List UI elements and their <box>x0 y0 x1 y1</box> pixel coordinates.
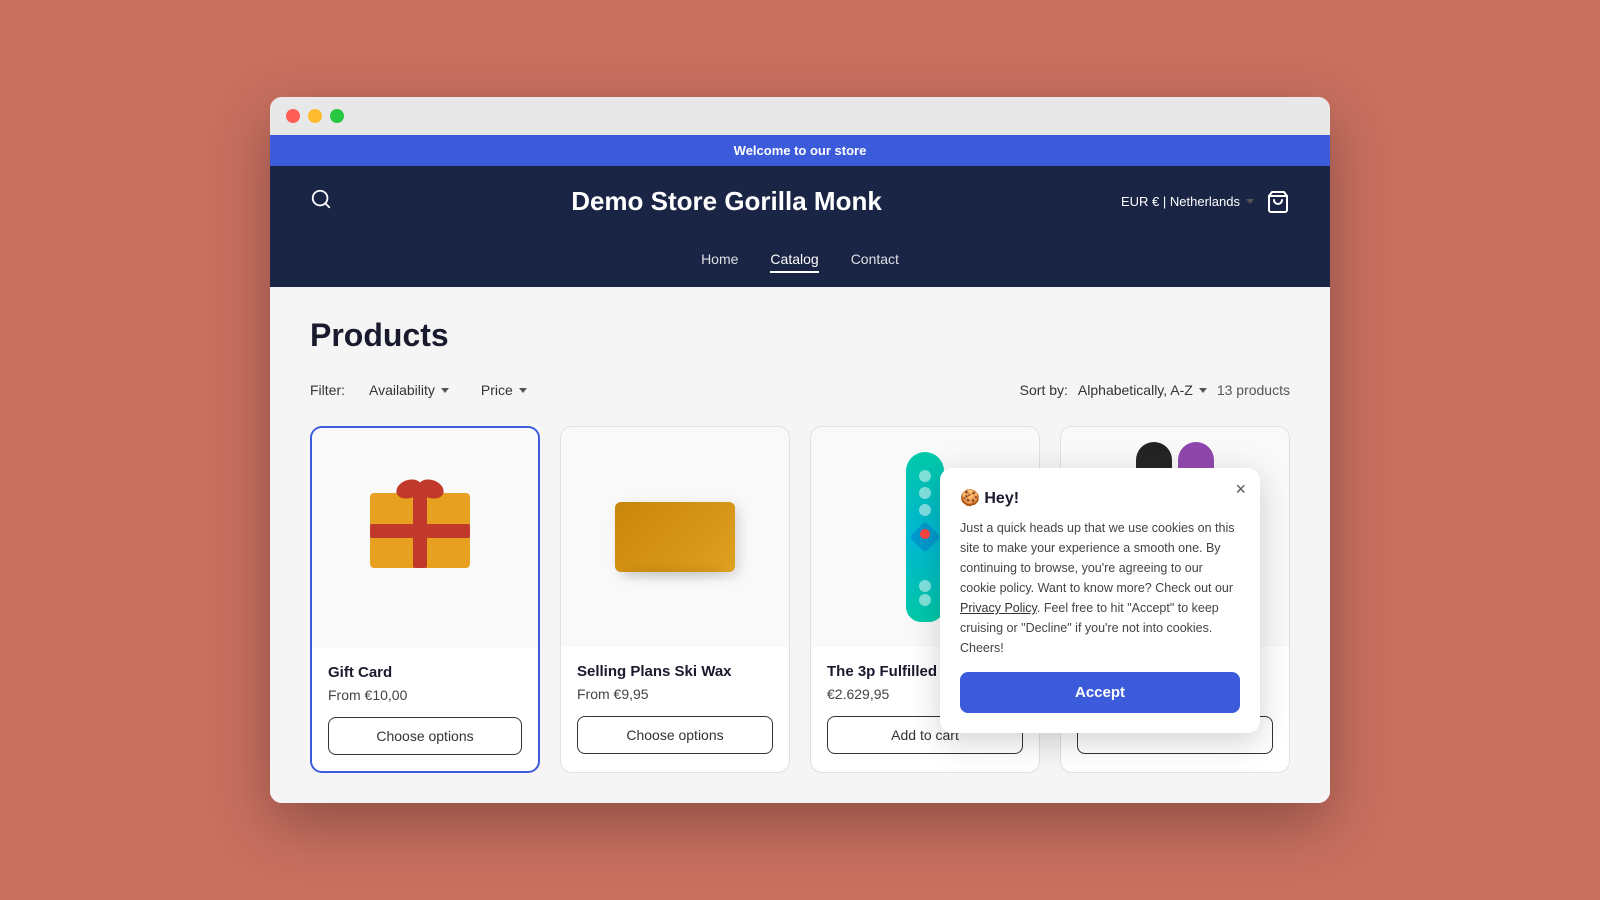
cookie-close-button[interactable]: × <box>1235 480 1246 498</box>
announcement-bar: Welcome to our store <box>270 135 1330 166</box>
product-price-ski-wax: From €9,95 <box>577 686 773 702</box>
price-filter-label: Price <box>481 382 513 398</box>
announcement-text: Welcome to our store <box>734 143 867 158</box>
gift-card-image <box>370 493 480 583</box>
ribbon-horizontal <box>370 524 470 538</box>
price-chevron-icon <box>519 388 527 393</box>
filters-right: Sort by: Alphabetically, A-Z 13 products <box>1020 382 1290 398</box>
snowboard-visual <box>906 447 944 627</box>
cookie-title: 🍪 Hey! <box>960 488 1240 508</box>
ski-wax-visual <box>615 502 735 572</box>
product-info-gift-card: Gift Card From €10,00 Choose options <box>312 648 538 771</box>
cookie-accept-button[interactable]: Accept <box>960 672 1240 713</box>
choose-options-gift-card[interactable]: Choose options <box>328 717 522 755</box>
store-header: Demo Store Gorilla Monk EUR € | Netherla… <box>270 166 1330 287</box>
minimize-button[interactable] <box>308 109 322 123</box>
sort-select[interactable]: Alphabetically, A-Z <box>1078 382 1207 398</box>
sort-label: Sort by: <box>1020 382 1068 398</box>
cookie-hey-text: Hey! <box>984 490 1019 507</box>
nav-contact[interactable]: Contact <box>851 251 899 273</box>
product-name-gift-card: Gift Card <box>328 664 522 681</box>
sb-dot-3 <box>919 504 931 516</box>
cookie-emoji: 🍪 <box>960 490 980 507</box>
store-wrapper: Welcome to our store Demo Store Gorilla … <box>270 135 1330 803</box>
product-info-ski-wax: Selling Plans Ski Wax From €9,95 Choose … <box>561 647 789 770</box>
cookie-popup: × 🍪 Hey! Just a quick heads up that we u… <box>940 468 1260 733</box>
sort-chevron-icon <box>1199 388 1207 393</box>
maximize-button[interactable] <box>330 109 344 123</box>
ski-wax-block <box>615 502 735 572</box>
nav-catalog[interactable]: Catalog <box>770 251 818 273</box>
sb-dot-1 <box>919 470 931 482</box>
product-card-ski-wax[interactable]: Selling Plans Ski Wax From €9,95 Choose … <box>560 426 790 773</box>
gift-bow <box>395 475 445 508</box>
close-button[interactable] <box>286 109 300 123</box>
store-nav: Home Catalog Contact <box>310 237 1290 287</box>
cookie-text: Just a quick heads up that we use cookie… <box>960 518 1240 658</box>
product-card-gift-card[interactable]: Gift Card From €10,00 Choose options <box>310 426 540 773</box>
filters-row: Filter: Availability Price Sort by: Alph… <box>310 378 1290 402</box>
products-area: Gift Card From €10,00 Choose options <box>310 426 1290 773</box>
header-top: Demo Store Gorilla Monk EUR € | Netherla… <box>310 166 1290 237</box>
availability-chevron-icon <box>441 388 449 393</box>
header-actions: EUR € | Netherlands <box>1121 190 1290 214</box>
sb-dot-red <box>920 529 930 539</box>
filters-left: Filter: Availability Price <box>310 378 535 402</box>
sb-dot-5 <box>919 594 931 606</box>
product-name-ski-wax: Selling Plans Ski Wax <box>577 663 773 680</box>
snowboard-board <box>906 452 944 622</box>
product-image-gift-card <box>312 428 538 648</box>
price-filter[interactable]: Price <box>473 378 535 402</box>
nav-home[interactable]: Home <box>701 251 738 273</box>
currency-text: EUR € | Netherlands <box>1121 194 1240 209</box>
choose-options-ski-wax[interactable]: Choose options <box>577 716 773 754</box>
product-count: 13 products <box>1217 382 1290 398</box>
store-title: Demo Store Gorilla Monk <box>571 186 882 217</box>
cookie-body-text: Just a quick heads up that we use cookie… <box>960 521 1234 595</box>
sb-dot-2 <box>919 487 931 499</box>
product-price-gift-card: From €10,00 <box>328 687 522 703</box>
search-icon[interactable] <box>310 188 332 216</box>
sort-value: Alphabetically, A-Z <box>1078 382 1193 398</box>
filter-label: Filter: <box>310 382 345 398</box>
privacy-policy-link[interactable]: Privacy Policy <box>960 601 1037 615</box>
products-section: Products Filter: Availability Price Sort… <box>270 287 1330 803</box>
gift-box-body <box>370 493 470 568</box>
currency-chevron-icon <box>1246 199 1254 204</box>
availability-filter[interactable]: Availability <box>361 378 457 402</box>
ski-wax-shadow <box>625 568 725 578</box>
browser-titlebar <box>270 97 1330 135</box>
cart-icon[interactable] <box>1266 190 1290 214</box>
product-image-ski-wax <box>561 427 789 647</box>
availability-filter-label: Availability <box>369 382 435 398</box>
currency-selector[interactable]: EUR € | Netherlands <box>1121 194 1254 209</box>
products-title: Products <box>310 317 1290 354</box>
sb-dot-4 <box>919 580 931 592</box>
